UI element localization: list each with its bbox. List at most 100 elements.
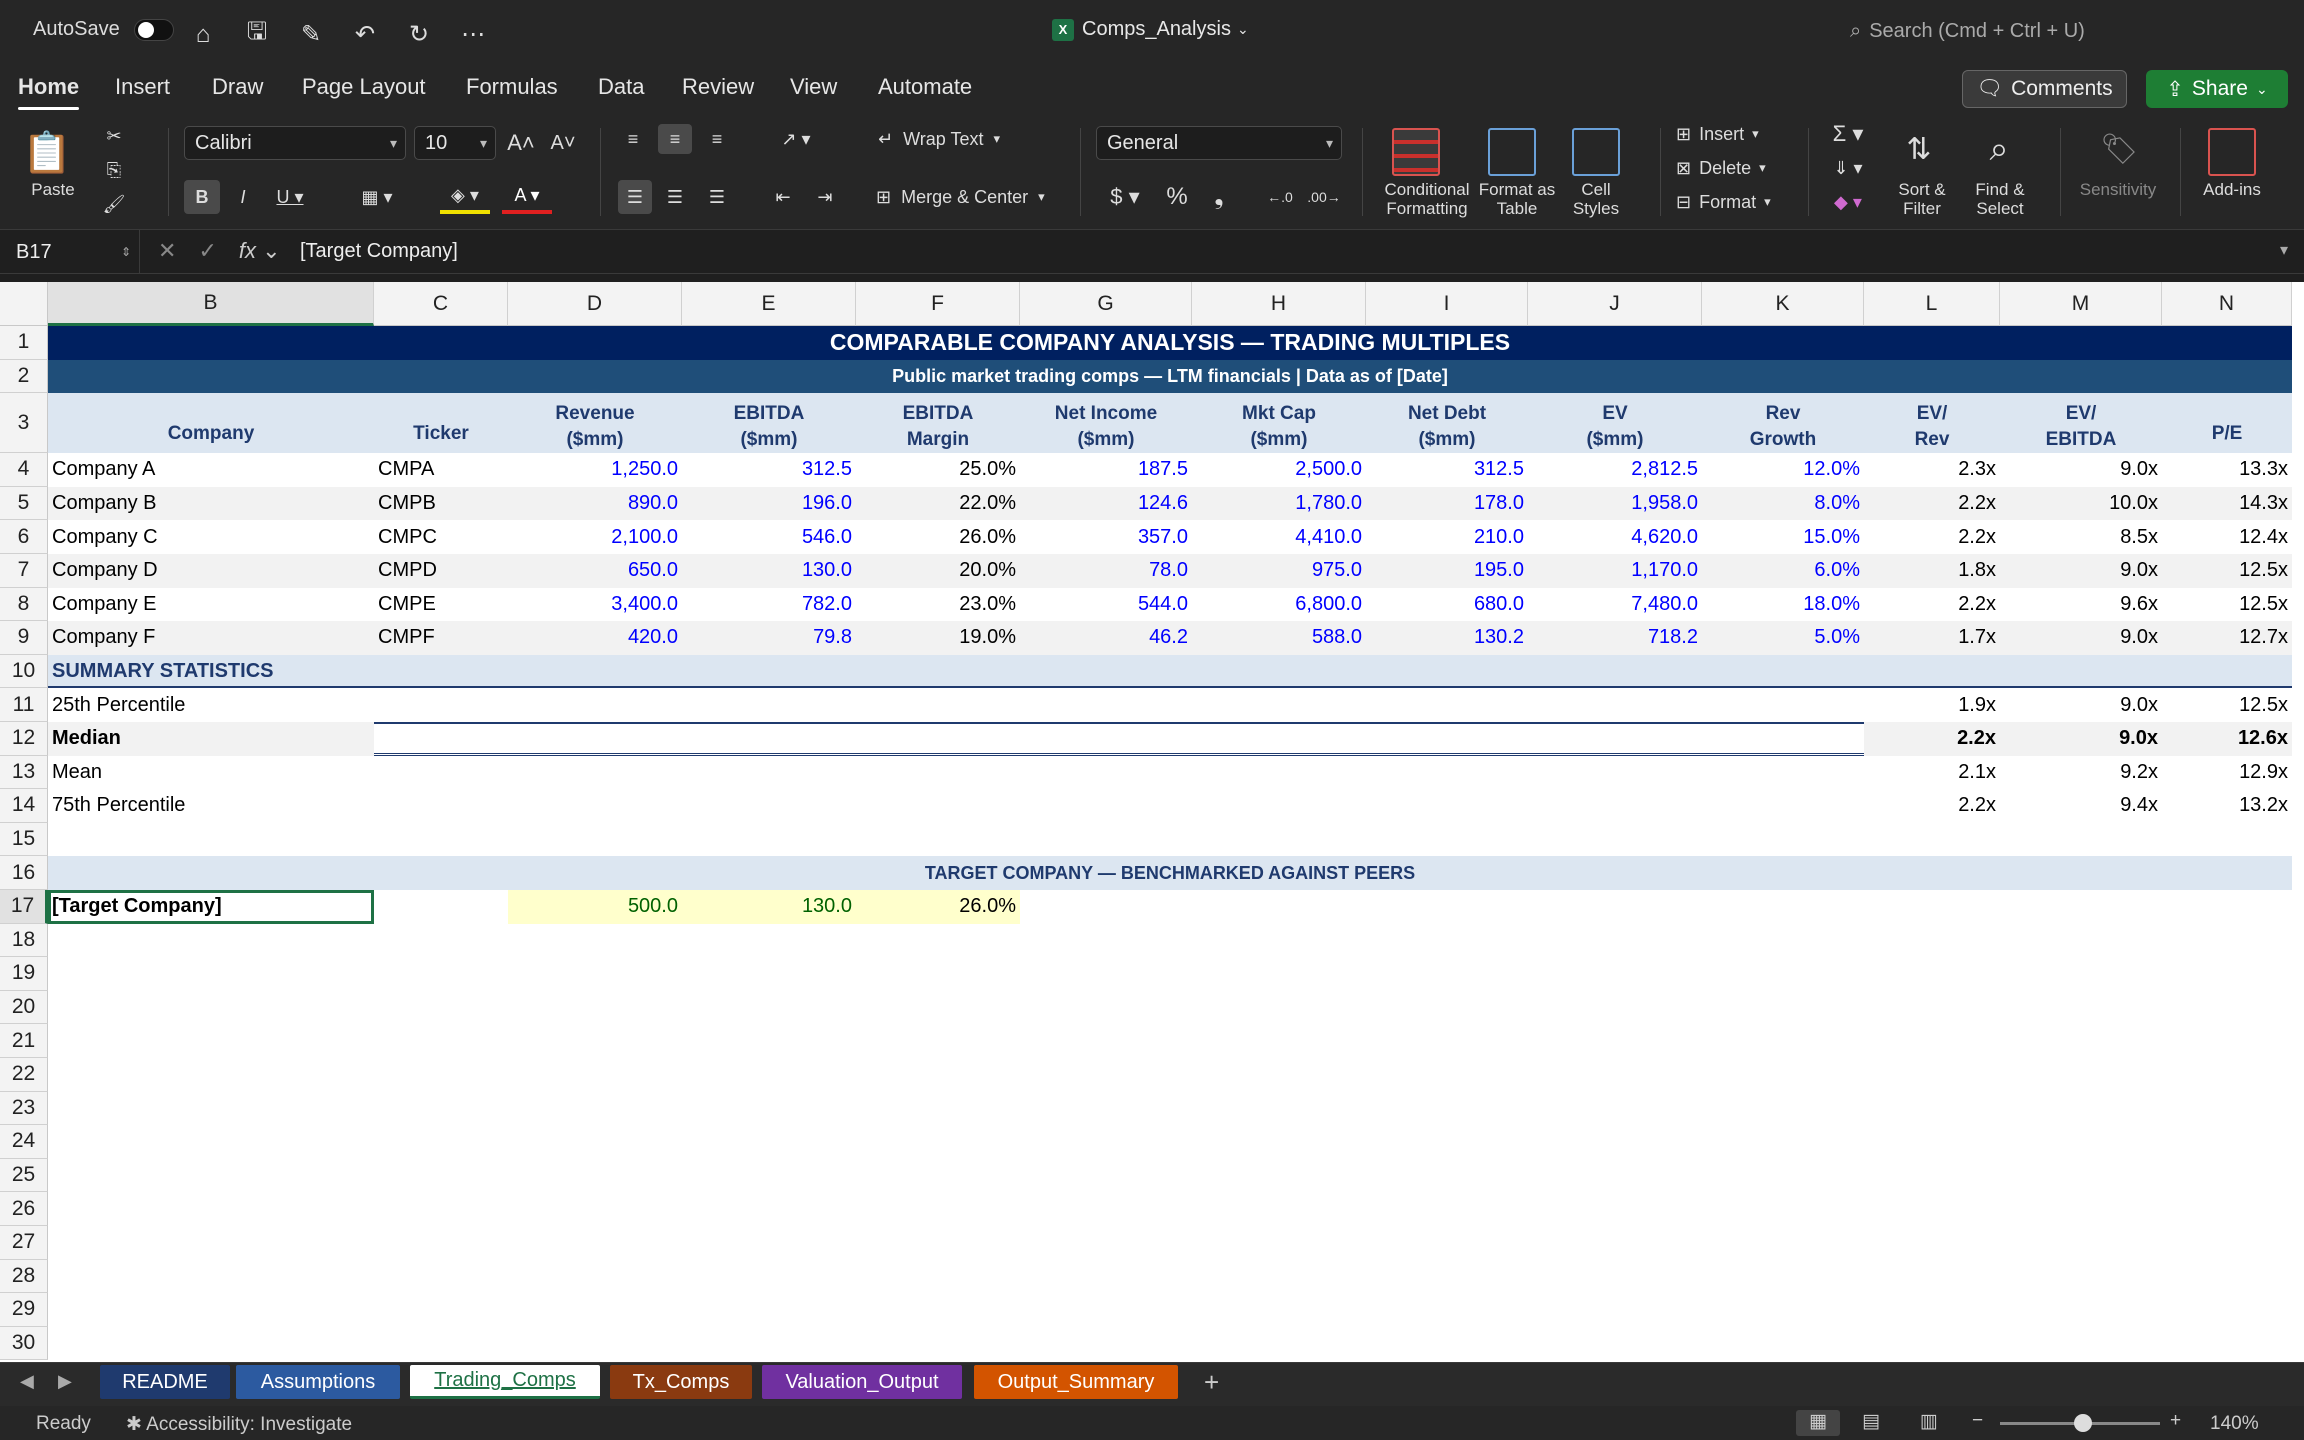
clear-icon[interactable]: ◆ ▾ [1826,188,1870,216]
value-cell[interactable]: 546.0 [682,520,856,554]
row-header[interactable]: 4 [0,453,48,487]
value-cell[interactable]: 3,400.0 [508,588,682,622]
font-name-select[interactable]: Calibri ▾ [184,126,406,160]
stat-value[interactable]: 12.5x [2162,688,2292,722]
fill-color-icon[interactable]: ◈ ▾ [440,180,490,214]
value-cell[interactable]: 18.0% [1702,588,1864,622]
underline-button[interactable]: U ▾ [270,180,310,214]
tab-formulas[interactable]: Formulas [466,74,558,100]
value-cell[interactable]: 680.0 [1366,588,1528,622]
value-cell[interactable]: 782.0 [682,588,856,622]
row-header[interactable]: 30 [0,1326,48,1361]
stat-value[interactable]: 1.9x [1864,688,2000,722]
redo-icon[interactable]: ↻ [406,20,432,49]
increase-decimal-icon[interactable]: ←.0 [1262,180,1298,214]
function-icon[interactable]: fx ⌄ [239,238,281,264]
value-cell[interactable]: 2.3x [1864,453,2000,487]
search-box[interactable]: ⌕ Search (Cmd + Ctrl + U) [1850,20,2085,43]
name-box[interactable]: B17 ⇕ [0,230,140,274]
sheet-tab-tx-comps[interactable]: Tx_Comps [610,1365,752,1399]
find-select-label[interactable]: Find & Select [1958,180,2042,218]
row-header[interactable]: 24 [0,1125,48,1159]
value-cell[interactable]: 420.0 [508,621,682,655]
row-header[interactable]: 20 [0,990,48,1025]
value-cell[interactable]: 12.4x [2162,520,2292,554]
stat-value[interactable]: 2.2x [1864,722,2000,756]
value-cell[interactable]: 975.0 [1192,554,1366,588]
value-cell[interactable]: 187.5 [1020,453,1192,487]
font-size-select[interactable]: 10 ▾ [414,126,496,160]
stat-label[interactable]: 25th Percentile [48,688,374,722]
zoom-out-icon[interactable]: − [1972,1410,1983,1432]
zoom-in-icon[interactable]: + [2170,1410,2181,1432]
row-header[interactable]: 15 [0,822,48,857]
value-cell[interactable]: 2.2x [1864,487,2000,521]
company-name-cell[interactable]: Company B [48,487,374,521]
align-top-icon[interactable]: ≡ [618,124,648,154]
delete-cells-button[interactable]: ⊠ Delete ▾ [1676,154,1786,182]
column-header[interactable]: M [2000,282,2162,326]
save-icon[interactable]: 🖫 [244,14,270,55]
sheet-tab-readme[interactable]: README [100,1365,230,1399]
value-cell[interactable]: 4,620.0 [1528,520,1702,554]
align-right-icon[interactable]: ☰ [702,180,732,214]
value-cell[interactable]: 718.2 [1528,621,1702,655]
format-as-table-icon[interactable] [1488,128,1536,176]
value-cell[interactable]: 312.5 [682,453,856,487]
value-cell[interactable]: 19.0% [856,621,1020,655]
value-cell[interactable]: 8.0% [1702,487,1864,521]
undo-icon[interactable]: ↶ [352,20,378,49]
share-button[interactable]: ⇪ Share ⌄ [2146,70,2288,108]
merge-center-button[interactable]: ⊞ Merge & Center ▾ [876,180,1066,214]
value-cell[interactable]: 6,800.0 [1192,588,1366,622]
page-layout-view-icon[interactable]: ▤ [1862,1410,1880,1433]
value-cell[interactable]: 4,410.0 [1192,520,1366,554]
value-cell[interactable]: 1,958.0 [1528,487,1702,521]
row-header[interactable]: 28 [0,1259,48,1294]
row-header[interactable]: 22 [0,1058,48,1092]
row-header[interactable]: 6 [0,520,48,554]
column-header[interactable]: J [1528,282,1702,326]
column-label[interactable]: Net Debt ($mm) [1366,393,1528,453]
align-left-icon[interactable]: ☰ [618,180,652,214]
column-header[interactable]: E [682,282,856,326]
column-header[interactable]: H [1192,282,1366,326]
column-header[interactable]: K [1702,282,1864,326]
ticker-cell[interactable]: CMPC [374,520,508,554]
value-cell[interactable]: 2.2x [1864,588,2000,622]
percent-icon[interactable]: % [1162,180,1192,214]
value-cell[interactable]: 9.0x [2000,453,2162,487]
value-cell[interactable]: 46.2 [1020,621,1192,655]
value-cell[interactable]: 2,500.0 [1192,453,1366,487]
column-label[interactable]: P/E [2162,393,2292,453]
sheet-subtitle[interactable]: Public market trading comps — LTM financ… [48,360,2292,394]
format-painter-icon[interactable]: 🖌 [100,190,128,218]
save-as-icon[interactable]: ✎ [298,20,324,49]
company-name-cell[interactable]: Company E [48,588,374,622]
paste-icon[interactable]: 📋 [22,124,72,180]
stat-value[interactable]: 9.0x [2000,688,2162,722]
value-cell[interactable]: 13.3x [2162,453,2292,487]
row-header[interactable]: 14 [0,789,48,823]
bold-button[interactable]: B [184,180,220,214]
align-middle-icon[interactable]: ≡ [658,124,692,154]
column-label[interactable]: Company [48,393,374,453]
target-revenue-cell[interactable]: 500.0 [508,890,682,924]
value-cell[interactable]: 1,250.0 [508,453,682,487]
fill-icon[interactable]: ⇓ ▾ [1826,154,1870,182]
format-cells-button[interactable]: ⊟ Format ▾ [1676,188,1786,216]
stat-value[interactable]: 9.2x [2000,756,2162,790]
tab-automate[interactable]: Automate [878,74,972,100]
value-cell[interactable]: 5.0% [1702,621,1864,655]
sheet-title[interactable]: COMPARABLE COMPANY ANALYSIS — TRADING MU… [48,326,2292,360]
row-header[interactable]: 21 [0,1024,48,1058]
column-label[interactable]: Rev Growth [1702,393,1864,453]
row-header[interactable]: 9 [0,621,48,655]
stat-value[interactable]: 13.2x [2162,789,2292,823]
accessibility-status[interactable]: ✱ Accessibility: Investigate [126,1413,352,1436]
value-cell[interactable]: 26.0% [856,520,1020,554]
currency-icon[interactable]: $ ▾ [1100,180,1150,214]
stat-label[interactable]: Median [48,722,374,756]
sensitivity-icon[interactable]: 🏷 [2092,122,2146,176]
stat-value[interactable]: 9.4x [2000,789,2162,823]
